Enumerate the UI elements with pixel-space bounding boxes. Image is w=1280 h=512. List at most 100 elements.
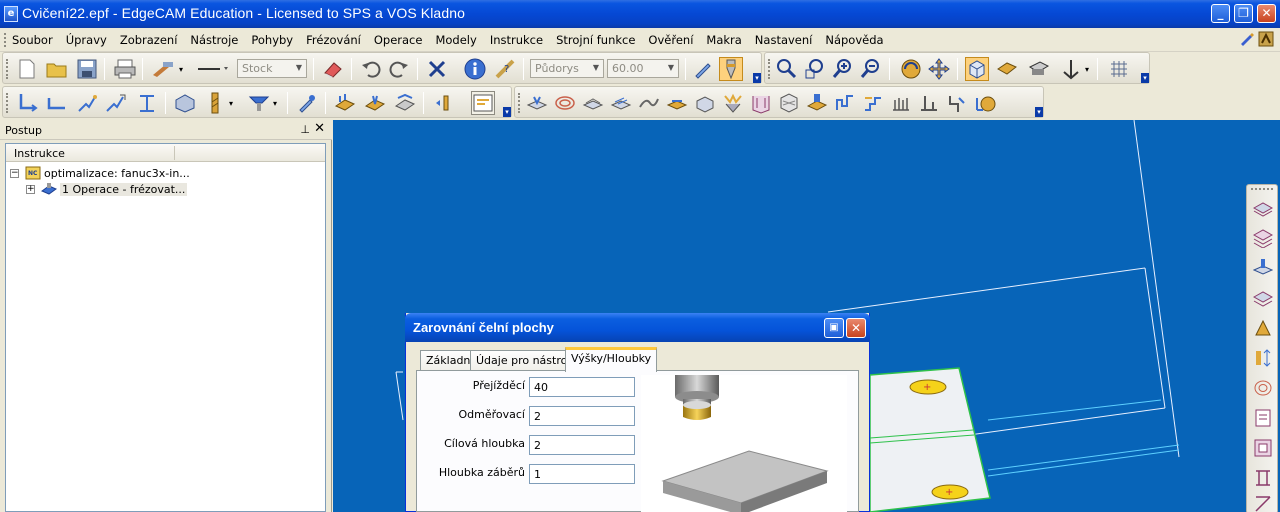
- menu-instrukce[interactable]: Instrukce: [490, 33, 543, 47]
- input-cilova-hloubka[interactable]: 2: [529, 435, 635, 455]
- stock-box-icon[interactable]: [173, 91, 197, 115]
- collapse-icon[interactable]: −: [10, 168, 19, 178]
- endmill-icon[interactable]: [203, 91, 227, 115]
- draw-pen-icon[interactable]: [691, 57, 715, 81]
- cycle-parallel-icon[interactable]: [609, 91, 633, 115]
- endmill-dropdown-icon[interactable]: ▾: [225, 91, 237, 115]
- rotate-view-icon[interactable]: [899, 57, 923, 81]
- layer-page-icon[interactable]: [1252, 407, 1274, 429]
- menu-upravy[interactable]: Úpravy: [66, 33, 107, 47]
- menu-napoveda[interactable]: Nápověda: [825, 33, 883, 47]
- panel-close-icon[interactable]: ✕: [314, 121, 325, 136]
- roughing-icon[interactable]: [333, 91, 357, 115]
- close-button[interactable]: ✕: [1257, 4, 1276, 23]
- profiling-icon[interactable]: [393, 91, 417, 115]
- tool-select-icon[interactable]: [151, 57, 175, 81]
- tree-row-machine[interactable]: − NC optimalizace: fanuc3x-in...: [10, 165, 190, 181]
- cycle-corner-icon[interactable]: [749, 91, 773, 115]
- toolbar-options-icon[interactable]: ▾: [1141, 73, 1149, 83]
- cycle-thread-icon[interactable]: [973, 91, 997, 115]
- arc-move-icon[interactable]: [75, 91, 99, 115]
- pocketing-icon[interactable]: [363, 91, 387, 115]
- cycle-flowline-icon[interactable]: [637, 91, 661, 115]
- dialog-maximize-button[interactable]: ▣: [824, 318, 844, 338]
- menu-nastaveni[interactable]: Nastavení: [755, 33, 813, 47]
- cycle-waterline-icon[interactable]: [581, 91, 605, 115]
- menu-zobrazeni[interactable]: Zobrazení: [120, 33, 178, 47]
- expand-icon[interactable]: +: [26, 184, 35, 194]
- toolbar-options-icon[interactable]: ▾: [753, 73, 761, 83]
- menu-makra[interactable]: Makra: [706, 33, 741, 47]
- toolbar-grip[interactable]: [6, 59, 9, 79]
- toolbar-options-icon[interactable]: ▾: [1035, 107, 1043, 117]
- facemill-dropdown-icon[interactable]: ▾: [269, 91, 281, 115]
- cycle-rest-icon[interactable]: [721, 91, 745, 115]
- grid-icon[interactable]: [1107, 57, 1131, 81]
- solid-shade-icon[interactable]: [995, 57, 1019, 81]
- restore-button[interactable]: ❐: [1234, 4, 1253, 23]
- cycle-pencil-icon[interactable]: [693, 91, 717, 115]
- menu-nastroje[interactable]: Nástroje: [190, 33, 238, 47]
- line-style-icon[interactable]: [195, 57, 231, 81]
- tree-row-operation[interactable]: + 1 Operace - frézovat...: [26, 181, 188, 197]
- cycle-face-icon[interactable]: [805, 91, 829, 115]
- zoom-out-icon[interactable]: [859, 57, 883, 81]
- mdi-icon[interactable]: [1258, 31, 1274, 47]
- feed-move-icon[interactable]: [45, 91, 69, 115]
- layer-frame-icon[interactable]: [1252, 437, 1274, 459]
- menu-frezovani[interactable]: Frézování: [306, 33, 361, 47]
- stock-combo[interactable]: Stock ▼: [237, 59, 307, 78]
- cycle-step-icon[interactable]: [861, 91, 885, 115]
- menu-pohyby[interactable]: Pohyby: [251, 33, 293, 47]
- layer-spiral-icon[interactable]: [1252, 377, 1274, 399]
- dialog-title-bar[interactable]: Zarovnání čelní plochy ▣ ✕: [405, 313, 870, 342]
- rapid-move-icon[interactable]: [15, 91, 39, 115]
- menu-strojni-funkce[interactable]: Strojní funkce: [556, 33, 635, 47]
- layer-diag-icon[interactable]: [1252, 493, 1274, 512]
- pan-view-icon[interactable]: [927, 57, 951, 81]
- new-file-icon[interactable]: [15, 57, 39, 81]
- zoom-window-icon[interactable]: [775, 57, 799, 81]
- delete-icon[interactable]: [425, 57, 449, 81]
- layer-profile-icon[interactable]: [1252, 287, 1274, 309]
- menu-operace[interactable]: Operace: [374, 33, 423, 47]
- dialog-close-button[interactable]: ✕: [846, 318, 866, 338]
- tool-dropdown-icon[interactable]: ▾: [175, 57, 187, 81]
- menu-overeni[interactable]: Ověření: [648, 33, 693, 47]
- shaded-cube-icon[interactable]: [965, 57, 989, 81]
- hole-cycle-icon[interactable]: [471, 91, 495, 115]
- save-icon[interactable]: [75, 57, 99, 81]
- milling-tool-icon[interactable]: [719, 57, 743, 81]
- menu-grip[interactable]: [4, 33, 7, 47]
- cycle-slot-icon[interactable]: [525, 91, 549, 115]
- layer-flat-icon[interactable]: [1252, 197, 1274, 219]
- toolbar-options-icon[interactable]: ▾: [503, 107, 511, 117]
- value-combo[interactable]: 60.00 ▼: [607, 59, 679, 78]
- toolbar-grip[interactable]: [768, 59, 771, 79]
- menu-modely[interactable]: Modely: [435, 33, 476, 47]
- facemill-icon[interactable]: [247, 91, 271, 115]
- machine-view-icon[interactable]: [1027, 57, 1051, 81]
- cycle-chamfer-icon[interactable]: [945, 91, 969, 115]
- layer-stack-icon[interactable]: [1252, 227, 1274, 249]
- cycle-profile-icon[interactable]: [665, 91, 689, 115]
- edgecam-app-icon[interactable]: e: [4, 6, 18, 22]
- toolbar-grip[interactable]: [6, 93, 9, 113]
- cycle-plunge-icon[interactable]: [833, 91, 857, 115]
- layer-cut-icon[interactable]: [1252, 317, 1274, 339]
- undo-icon[interactable]: [359, 57, 383, 81]
- menu-soubor[interactable]: Soubor: [12, 33, 53, 47]
- pin-icon[interactable]: ⊥: [300, 123, 310, 136]
- zoom-extents-icon[interactable]: [803, 57, 827, 81]
- cycle-boss-icon[interactable]: [917, 91, 941, 115]
- cpl-dropdown-icon[interactable]: ▾: [1081, 57, 1093, 81]
- redo-icon[interactable]: [387, 57, 411, 81]
- tree-column-header[interactable]: Instrukce: [6, 144, 325, 162]
- cycle-hatch-icon[interactable]: [777, 91, 801, 115]
- drill-cycle-icon[interactable]: [431, 91, 455, 115]
- minimize-button[interactable]: _: [1211, 4, 1230, 23]
- eyedropper-icon[interactable]: [295, 91, 319, 115]
- cycle-spiral-icon[interactable]: [553, 91, 577, 115]
- layer-column-icon[interactable]: [1252, 467, 1274, 489]
- info-icon[interactable]: [463, 57, 487, 81]
